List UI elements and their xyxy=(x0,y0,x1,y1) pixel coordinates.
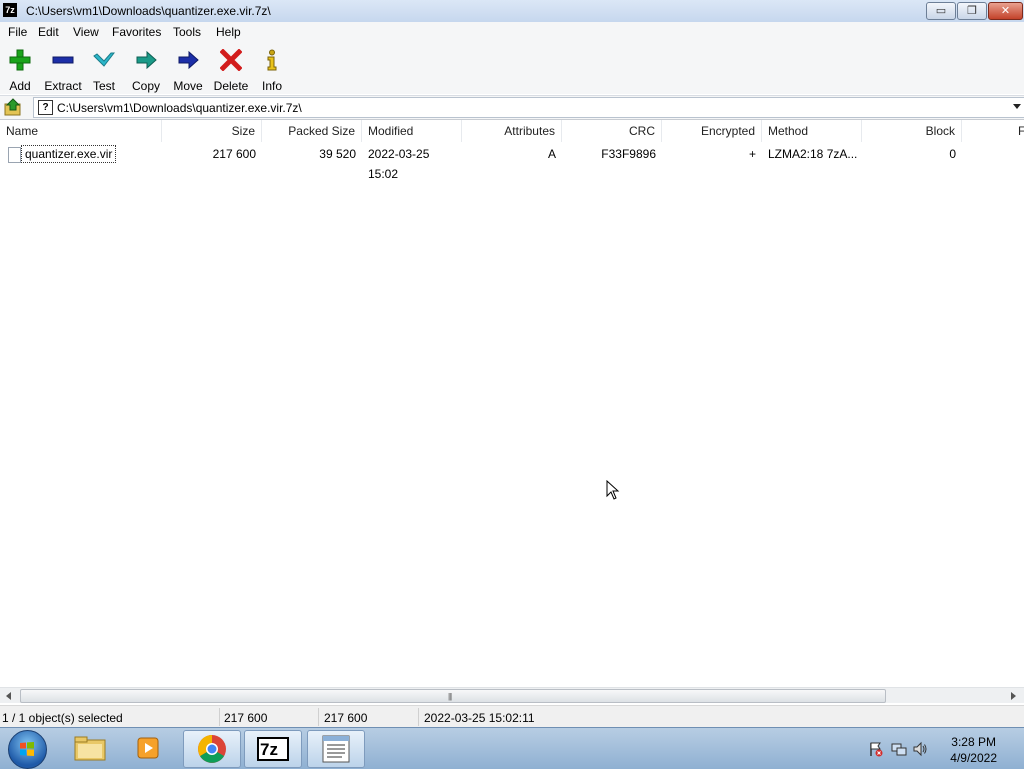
system-tray: 3:28 PM 4/9/2022 xyxy=(854,728,1024,769)
file-icon xyxy=(8,147,21,163)
delete-label: Delete xyxy=(213,79,249,93)
copy-arrow-icon xyxy=(136,50,157,70)
check-icon xyxy=(93,52,115,67)
column-header-attributes[interactable]: Attributes xyxy=(462,120,562,142)
extract-label: Extract xyxy=(44,79,82,93)
close-button[interactable]: ✕ xyxy=(988,2,1023,20)
file-crc: F33F9896 xyxy=(601,147,656,161)
move-label: Move xyxy=(173,79,203,93)
column-header-crc[interactable]: CRC xyxy=(562,120,662,142)
info-button[interactable]: Info xyxy=(249,47,295,93)
column-header-extra[interactable]: F xyxy=(1012,120,1024,142)
extract-button[interactable]: Extract xyxy=(40,47,86,93)
status-divider xyxy=(318,708,319,726)
column-header-packed-size[interactable]: Packed Size xyxy=(262,120,362,142)
address-path: C:\Users\vm1\Downloads\quantizer.exe.vir… xyxy=(57,101,302,115)
clock-time: 3:28 PM xyxy=(951,735,996,749)
title-bar: 7z C:\Users\vm1\Downloads\quantizer.exe.… xyxy=(0,0,1024,23)
menu-file[interactable]: File xyxy=(8,25,27,39)
taskbar-notepad[interactable] xyxy=(307,730,365,768)
taskbar-explorer[interactable] xyxy=(61,730,117,766)
scroll-right-icon[interactable] xyxy=(1011,692,1016,700)
action-center-flag-icon[interactable] xyxy=(868,741,884,757)
taskbar-7zip[interactable]: 7z xyxy=(244,730,302,768)
menu-help[interactable]: Help xyxy=(216,25,241,39)
status-divider xyxy=(219,708,220,726)
file-attributes: A xyxy=(547,147,556,161)
status-bar: 1 / 1 object(s) selected 217 600 217 600… xyxy=(0,705,1024,728)
move-arrow-icon xyxy=(178,50,199,70)
minus-icon xyxy=(52,56,74,64)
horizontal-scrollbar[interactable]: ||| xyxy=(0,687,1024,703)
toolbar: Add Extract Test Copy Move Delete Info xyxy=(0,41,1024,94)
file-packed-size: 39 520 xyxy=(319,147,356,161)
scrollbar-thumb[interactable]: ||| xyxy=(20,689,886,703)
test-button[interactable]: Test xyxy=(81,47,127,93)
file-block: 0 xyxy=(949,147,956,161)
mouse-cursor-icon xyxy=(606,480,620,500)
copy-label: Copy xyxy=(131,79,160,93)
address-bar: ? C:\Users\vm1\Downloads\quantizer.exe.v… xyxy=(0,95,1024,120)
file-name[interactable]: quantizer.exe.vir xyxy=(21,145,117,163)
taskbar: 7z 3:28 PM 4/9/2022 xyxy=(0,727,1024,769)
seven-zip-text: 7z xyxy=(260,740,278,759)
column-header-modified[interactable]: Modified xyxy=(362,120,462,142)
folder-icon xyxy=(74,736,106,761)
network-icon[interactable] xyxy=(891,741,907,757)
table-row[interactable]: quantizer.exe.vir 217 600 39 520 2022-03… xyxy=(0,144,1024,181)
taskbar-media-player[interactable] xyxy=(121,730,177,766)
menu-favorites[interactable]: Favorites xyxy=(112,25,161,39)
address-field[interactable]: ? C:\Users\vm1\Downloads\quantizer.exe.v… xyxy=(33,97,1024,118)
copy-button[interactable]: Copy xyxy=(123,47,169,93)
status-size: 217 600 xyxy=(224,711,268,725)
chevron-down-icon[interactable] xyxy=(1013,104,1021,109)
media-player-icon xyxy=(137,737,159,759)
status-divider xyxy=(418,708,419,726)
info-icon xyxy=(267,49,277,71)
taskbar-chrome[interactable] xyxy=(183,730,241,768)
volume-icon[interactable] xyxy=(912,741,928,757)
move-button[interactable]: Move xyxy=(165,47,211,93)
column-header-size[interactable]: Size xyxy=(162,120,262,142)
info-label: Info xyxy=(261,79,282,93)
taskbar-clock[interactable]: 3:28 PM 4/9/2022 xyxy=(950,734,997,766)
file-encrypted: + xyxy=(748,147,756,161)
chrome-icon xyxy=(198,735,226,763)
file-size: 217 600 xyxy=(212,147,256,161)
column-header-name[interactable]: Name xyxy=(0,120,162,142)
windows-logo-icon xyxy=(20,742,34,756)
status-packed: 217 600 xyxy=(324,711,368,725)
menu-bar: File Edit View Favorites Tools Help xyxy=(0,22,1024,41)
scrollbar-grip: ||| xyxy=(448,692,452,701)
delete-button[interactable]: Delete xyxy=(208,47,254,93)
window-title: C:\Users\vm1\Downloads\quantizer.exe.vir… xyxy=(26,4,271,18)
status-selection: 1 / 1 object(s) selected xyxy=(2,711,123,725)
start-button[interactable] xyxy=(8,730,47,769)
status-modified: 2022-03-25 15:02:11 xyxy=(424,711,535,725)
archive-icon: ? xyxy=(38,100,53,115)
delete-x-icon xyxy=(220,49,242,71)
column-header-block[interactable]: Block xyxy=(862,120,962,142)
minimize-button[interactable]: ▭ xyxy=(926,2,956,20)
notepad-icon xyxy=(322,735,350,763)
add-button[interactable]: Add xyxy=(0,47,43,93)
plus-icon xyxy=(9,49,31,71)
file-list: quantizer.exe.vir 217 600 39 520 2022-03… xyxy=(0,142,1024,687)
menu-tools[interactable]: Tools xyxy=(173,25,201,39)
list-header: Name Size Packed Size Modified Attribute… xyxy=(0,120,1024,143)
scroll-left-icon[interactable] xyxy=(6,692,11,700)
menu-edit[interactable]: Edit xyxy=(38,25,59,39)
file-modified: 2022-03-25 15:02 xyxy=(368,147,430,181)
column-header-encrypted[interactable]: Encrypted xyxy=(662,120,762,142)
file-method: LZMA2:18 7zA... xyxy=(768,147,858,161)
menu-view[interactable]: View xyxy=(73,25,99,39)
app-7zip-icon[interactable]: 7z xyxy=(3,3,17,17)
add-label: Add xyxy=(9,79,31,93)
folder-up-icon xyxy=(4,98,21,116)
maximize-button[interactable]: ❐ xyxy=(957,2,987,20)
clock-date: 4/9/2022 xyxy=(950,751,997,765)
up-folder-button[interactable] xyxy=(4,98,24,117)
column-header-method[interactable]: Method xyxy=(762,120,862,142)
test-label: Test xyxy=(92,79,115,93)
